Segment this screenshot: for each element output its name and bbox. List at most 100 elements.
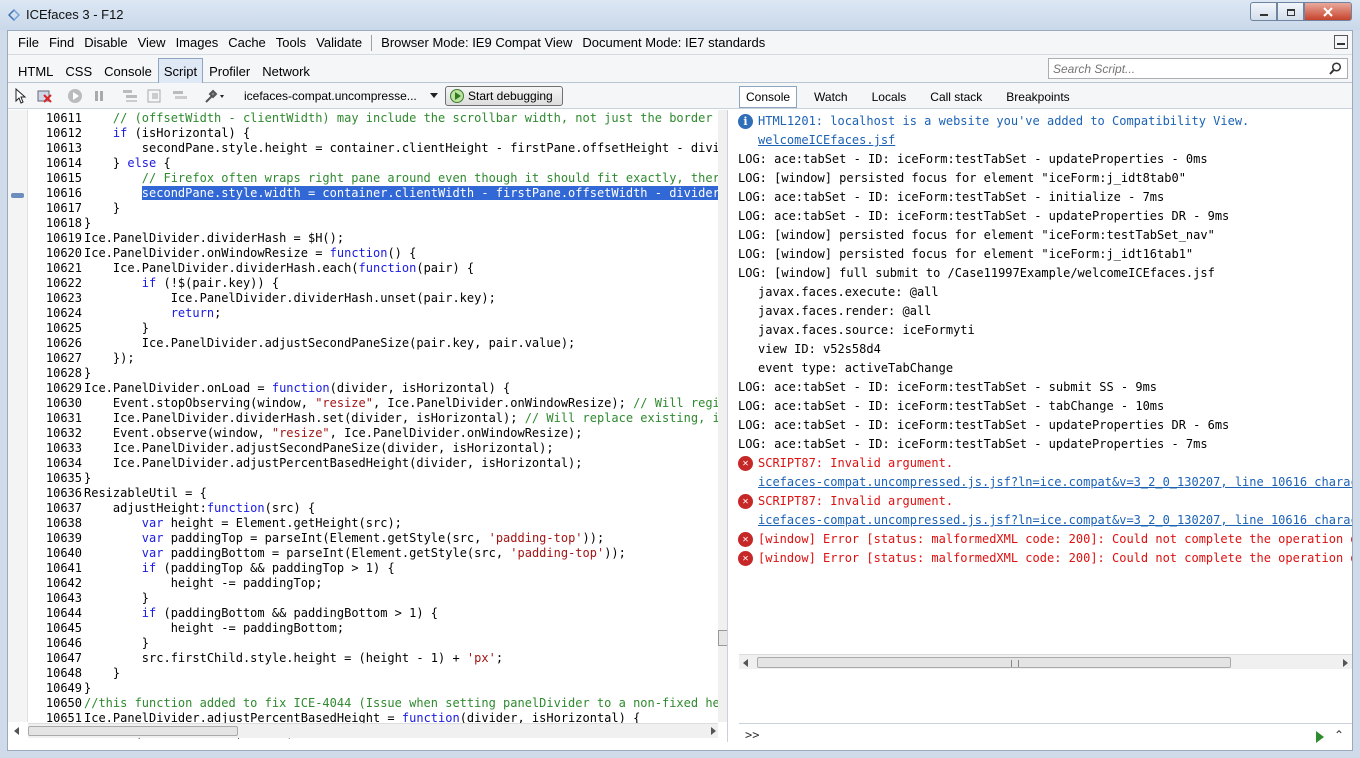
- tab-script[interactable]: Script: [157, 58, 204, 84]
- code-line[interactable]: 10626 Ice.PanelDivider.adjustSecondPaneS…: [8, 336, 716, 351]
- step-over-icon[interactable]: [147, 88, 163, 104]
- code-line[interactable]: 10611 // (offsetWidth - clientWidth) may…: [8, 111, 727, 126]
- code-line[interactable]: 10624 return;: [8, 306, 716, 321]
- menu-view[interactable]: View: [133, 35, 171, 50]
- maximize-button[interactable]: [1277, 2, 1304, 21]
- scroll-thumb[interactable]: [757, 657, 1231, 668]
- scroll-right-icon[interactable]: [711, 727, 716, 735]
- console-output-pane[interactable]: i HTML1201: localhost is a website you've…: [736, 110, 1352, 702]
- line-number[interactable]: 10631: [32, 411, 82, 426]
- tab-watch[interactable]: Watch: [807, 86, 855, 108]
- line-number[interactable]: 10633: [32, 441, 82, 456]
- line-number[interactable]: 10623: [32, 291, 82, 306]
- scroll-thumb[interactable]: [28, 726, 238, 736]
- line-number[interactable]: 10638: [32, 516, 82, 531]
- line-number[interactable]: 10646: [32, 636, 82, 651]
- line-number[interactable]: 10643: [32, 591, 82, 606]
- close-button[interactable]: [1304, 2, 1352, 21]
- line-number[interactable]: 10650: [32, 696, 82, 711]
- code-line[interactable]: 10648 }: [8, 666, 716, 681]
- code-line[interactable]: 10625 }: [8, 321, 716, 336]
- code-line[interactable]: 10643 }: [8, 591, 716, 606]
- menu-tools[interactable]: Tools: [271, 35, 311, 50]
- code-line[interactable]: 10612 if (isHorizontal) {: [8, 126, 716, 141]
- code-line[interactable]: 10642 height -= paddingTop;: [8, 576, 716, 591]
- line-number[interactable]: 10649: [32, 681, 82, 696]
- code-line[interactable]: 10637 adjustHeight:function(src) {: [8, 501, 716, 516]
- code-vertical-scrollbar[interactable]: [718, 110, 727, 722]
- tab-breakpoints[interactable]: Breakpoints: [999, 86, 1076, 108]
- source-link[interactable]: welcomeICEfaces.jsf: [758, 133, 895, 147]
- step-out-icon[interactable]: [172, 88, 188, 104]
- code-line[interactable]: 10616 secondPane.style.width = container…: [8, 186, 727, 201]
- code-line[interactable]: 10623 Ice.PanelDivider.dividerHash.unset…: [8, 291, 716, 306]
- line-number[interactable]: 10632: [32, 426, 82, 441]
- line-number[interactable]: 10624: [32, 306, 82, 321]
- tab-locals[interactable]: Locals: [865, 86, 914, 108]
- code-line[interactable]: 10641 if (paddingTop && paddingTop > 1) …: [8, 561, 716, 576]
- line-number[interactable]: 10620: [32, 246, 82, 261]
- line-number[interactable]: 10635: [32, 471, 82, 486]
- line-number[interactable]: 10641: [32, 561, 82, 576]
- line-number[interactable]: 10645: [32, 621, 82, 636]
- tab-console-panel[interactable]: Console: [739, 86, 798, 108]
- line-number[interactable]: 10616: [32, 186, 82, 201]
- run-script-icon[interactable]: [1316, 731, 1324, 743]
- line-number[interactable]: 10640: [32, 546, 82, 561]
- code-line[interactable]: 10613 secondPane.style.height = containe…: [8, 141, 727, 156]
- line-number[interactable]: 10612: [32, 126, 82, 141]
- break-icon[interactable]: [91, 88, 107, 104]
- tab-call-stack[interactable]: Call stack: [923, 86, 989, 108]
- continue-icon[interactable]: [67, 88, 83, 104]
- line-number[interactable]: 10637: [32, 501, 82, 516]
- code-horizontal-scrollbar[interactable]: [14, 723, 718, 738]
- script-source-pane[interactable]: 10611 // (offsetWidth - clientWidth) may…: [8, 110, 728, 742]
- line-number[interactable]: 10629: [32, 381, 82, 396]
- line-number[interactable]: 10625: [32, 321, 82, 336]
- line-number[interactable]: 10634: [32, 456, 82, 471]
- code-line[interactable]: 10650//this function added to fix ICE-40…: [8, 696, 727, 711]
- code-line[interactable]: 10629 Ice.PanelDivider.onLoad = function(…: [8, 381, 716, 396]
- code-line[interactable]: 10620 Ice.PanelDivider.onWindowResize = f…: [8, 246, 716, 261]
- code-line[interactable]: 10614 } else {: [8, 156, 716, 171]
- code-line[interactable]: 10627 });: [8, 351, 716, 366]
- line-number[interactable]: 10622: [32, 276, 82, 291]
- menu-cache[interactable]: Cache: [223, 35, 271, 50]
- start-debugging-button[interactable]: Start debugging: [445, 86, 563, 106]
- tab-css[interactable]: CSS: [59, 58, 98, 84]
- line-number[interactable]: 10614: [32, 156, 82, 171]
- code-line[interactable]: 10615 // Firefox often wraps right pane …: [8, 171, 727, 186]
- menu-disable[interactable]: Disable: [79, 35, 132, 50]
- minimize-button[interactable]: [1250, 2, 1277, 21]
- code-line[interactable]: 10646 }: [8, 636, 716, 651]
- code-line[interactable]: 10621 Ice.PanelDivider.dividerHash.each(…: [8, 261, 716, 276]
- line-number[interactable]: 10619: [32, 231, 82, 246]
- console-horizontal-scrollbar[interactable]: [739, 654, 1352, 669]
- code-line[interactable]: 10639 var paddingTop = parseInt(Element.…: [8, 531, 716, 546]
- source-link[interactable]: icefaces-compat.uncompressed.js.jsf?ln=i…: [758, 513, 1352, 527]
- code-line[interactable]: 10631 Ice.PanelDivider.dividerHash.set(d…: [8, 411, 727, 426]
- line-number[interactable]: 10627: [32, 351, 82, 366]
- scroll-left-icon[interactable]: [743, 659, 748, 667]
- menu-find[interactable]: Find: [44, 35, 79, 50]
- line-number[interactable]: 10626: [32, 336, 82, 351]
- code-line[interactable]: 10630 Event.stopObserving(window, "resiz…: [8, 396, 727, 411]
- menu-images[interactable]: Images: [171, 35, 224, 50]
- browser-mode-menu[interactable]: Browser Mode: IE9 Compat View: [376, 35, 577, 50]
- code-line[interactable]: 10645 height -= paddingBottom;: [8, 621, 716, 636]
- code-line[interactable]: 10619 Ice.PanelDivider.dividerHash = $H()…: [8, 231, 716, 246]
- code-line[interactable]: 10636 ResizableUtil = {: [8, 486, 716, 501]
- line-number[interactable]: 10628: [32, 366, 82, 381]
- code-line[interactable]: 10638 var height = Element.getHeight(src…: [8, 516, 716, 531]
- line-number[interactable]: 10611: [32, 111, 82, 126]
- code-line[interactable]: 10634 Ice.PanelDivider.adjustPercentBase…: [8, 456, 716, 471]
- scroll-left-icon[interactable]: [14, 727, 19, 735]
- code-line[interactable]: 10635}: [8, 471, 716, 486]
- line-number[interactable]: 10613: [32, 141, 82, 156]
- menu-file[interactable]: File: [13, 35, 44, 50]
- line-number[interactable]: 10644: [32, 606, 82, 621]
- tab-html[interactable]: HTML: [12, 58, 59, 84]
- line-number[interactable]: 10621: [32, 261, 82, 276]
- expand-multiline-icon[interactable]: ⌃: [1334, 728, 1344, 742]
- tab-profiler[interactable]: Profiler: [203, 58, 256, 84]
